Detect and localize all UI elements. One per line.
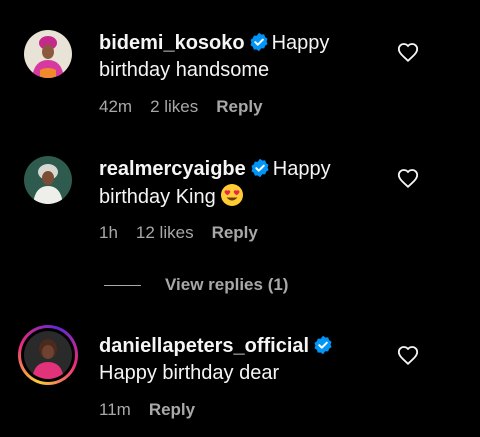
comment-time: 42m — [99, 97, 133, 116]
avatar[interactable] — [24, 156, 72, 204]
comment-username[interactable]: daniellapeters_official — [99, 335, 309, 357]
heart-eyes-emoji-icon — [220, 183, 244, 207]
comment-username[interactable]: realmercyaigbe — [99, 158, 246, 180]
heart-icon[interactable] — [397, 345, 419, 367]
comment-text-start: Happy — [271, 32, 330, 54]
comment-meta: 42m 2 likes Reply — [99, 97, 263, 117]
comment-text-start: Happy — [272, 158, 331, 180]
comment-text: Happy birthday dear — [99, 362, 280, 384]
reply-button[interactable]: Reply — [212, 223, 258, 243]
comment-time: 11m — [99, 400, 131, 419]
replies-divider — [104, 284, 141, 286]
reply-button[interactable]: Reply — [149, 400, 195, 420]
comment-text-end: birthday handsome — [99, 59, 270, 81]
avatar — [24, 331, 72, 379]
comment-time: 1h — [99, 223, 118, 242]
verified-badge-icon — [249, 32, 269, 52]
comment-body: bidemi_kosoko Happy birthday handsome — [99, 30, 399, 84]
avatar[interactable] — [24, 30, 72, 78]
comment-body: daniellapeters_official Happy birthday d… — [99, 333, 399, 387]
view-replies-button[interactable]: View replies (1) — [104, 274, 288, 296]
comment-meta: 11m Reply — [99, 400, 195, 420]
story-ring-avatar[interactable] — [18, 325, 78, 385]
comment-body: realmercyaigbe Happy birthday King — [99, 156, 399, 211]
verified-badge-icon — [250, 158, 270, 178]
comment-meta: 1h 12 likes Reply — [99, 223, 258, 243]
comment-text-end: birthday King — [99, 186, 216, 208]
avatar-ring-gap — [21, 328, 75, 382]
heart-icon[interactable] — [397, 168, 419, 190]
view-replies-label: View replies (1) — [165, 275, 289, 294]
comment-likes[interactable]: 12 likes — [136, 223, 194, 243]
verified-badge-icon — [313, 335, 333, 355]
comment-likes[interactable]: 2 likes — [150, 97, 198, 117]
heart-icon[interactable] — [397, 42, 419, 64]
reply-button[interactable]: Reply — [216, 97, 262, 117]
comment-username[interactable]: bidemi_kosoko — [99, 32, 245, 54]
